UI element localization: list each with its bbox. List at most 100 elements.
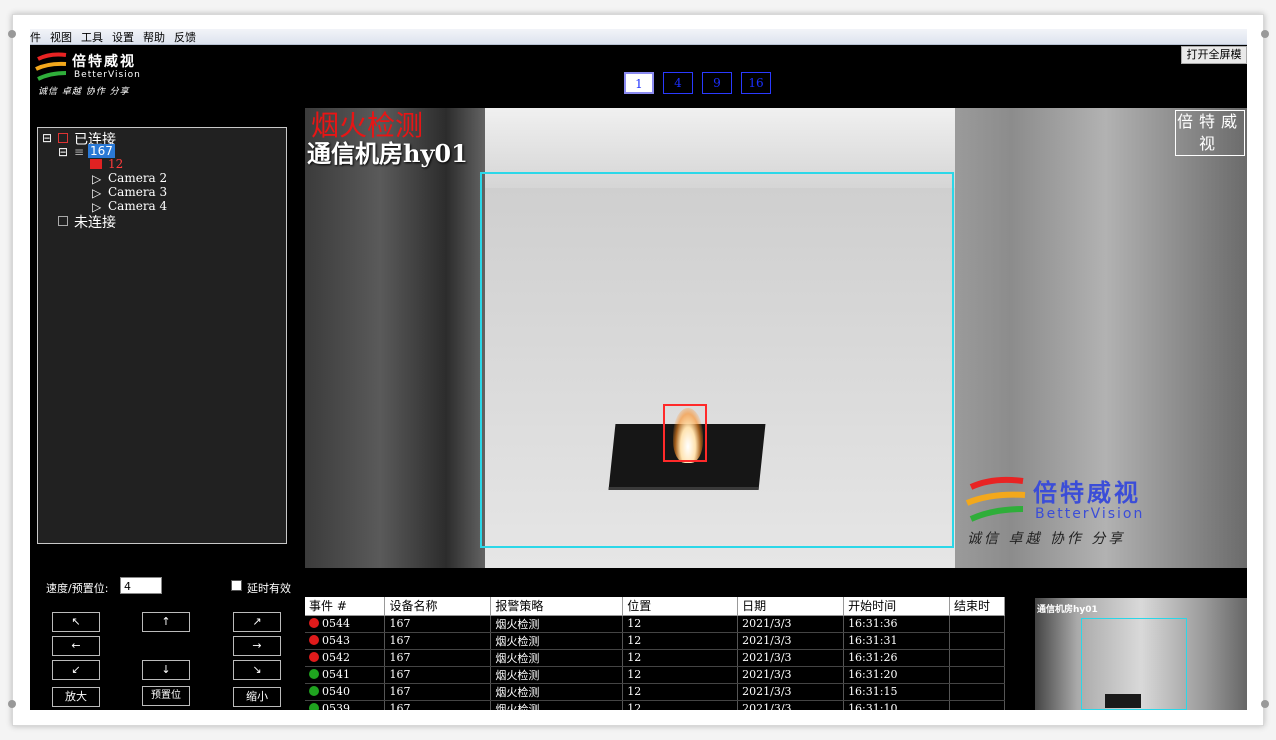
date-cell: 2021/3/3: [737, 666, 845, 684]
layout-4-button[interactable]: 4: [663, 72, 693, 94]
tree-collapse-icon[interactable]: ⊟: [42, 131, 52, 145]
device-cell: 167: [384, 683, 492, 701]
brand-logo: 倍特威视 BetterVision 诚信 卓越 协作 分享: [34, 51, 184, 99]
event-id-cell: 0544: [305, 615, 386, 633]
delay-checkbox[interactable]: [231, 580, 242, 591]
ptz-down-right-button[interactable]: ↘: [233, 660, 281, 680]
brand-name: 倍特威视: [72, 54, 136, 70]
location-cell: 12: [622, 649, 739, 667]
location-cell: 12: [622, 615, 739, 633]
event-id: 0544: [322, 617, 350, 630]
date-cell: 2021/3/3: [737, 632, 845, 650]
app-window: 件 视图 工具 设置 帮助 反馈 倍特威视 BetterVision 诚信 卓越…: [30, 29, 1247, 710]
status-dot-icon: [309, 635, 319, 645]
strategy-cell: 烟火检测: [490, 700, 624, 710]
menu-settings[interactable]: 设置: [112, 29, 134, 45]
frame-pin: [1261, 700, 1269, 708]
strategy-cell: 烟火检测: [490, 632, 624, 650]
thumbnail-preview[interactable]: 通信机房hy01: [1035, 598, 1247, 710]
layout-9-button[interactable]: 9: [702, 72, 732, 94]
date-cell: 2021/3/3: [737, 615, 845, 633]
status-dot-icon: [309, 618, 319, 628]
tree-collapse-icon[interactable]: ⊟: [58, 145, 68, 159]
layout-selector: 1 4 9 16: [624, 72, 771, 94]
preset-button[interactable]: 预置位: [142, 686, 190, 706]
column-header[interactable]: 开始时间: [843, 597, 950, 616]
logo-stripes-icon: [35, 52, 67, 81]
camera-play-icon: ▷: [92, 186, 102, 200]
end-time-cell: [949, 615, 1005, 633]
ptz-up-left-button[interactable]: ↖: [52, 612, 100, 632]
delay-label: 延时有效: [247, 582, 291, 595]
video-view[interactable]: 烟火检测 通信机房hy01 倍特威视 倍特威视 BetterVision 诚信 …: [305, 108, 1247, 568]
start-time-cell: 16:31:26: [843, 649, 950, 667]
menu-bar: 件 视图 工具 设置 帮助 反馈: [30, 29, 1247, 45]
table-row[interactable]: 0543 167 烟火检测 12 2021/3/3 16:31:31: [305, 632, 1005, 650]
ptz-down-left-button[interactable]: ↙: [52, 660, 100, 680]
status-dot-icon: [309, 669, 319, 679]
frame-pin: [8, 700, 16, 708]
layout-16-button[interactable]: 16: [741, 72, 771, 94]
event-id-cell: 0542: [305, 649, 386, 667]
strategy-cell: 烟火检测: [490, 615, 624, 633]
menu-view[interactable]: 视图: [50, 29, 72, 45]
column-header[interactable]: 报警策略: [490, 597, 624, 616]
column-header[interactable]: 位置: [622, 597, 739, 616]
camera-play-icon: ▷: [92, 172, 102, 186]
video-corner-watermark: 倍特威视: [1175, 110, 1245, 156]
table-row[interactable]: 0542 167 烟火检测 12 2021/3/3 16:31:26: [305, 649, 1005, 667]
device-cell: 167: [384, 666, 492, 684]
speed-spinner[interactable]: 4: [120, 577, 162, 594]
menu-tools[interactable]: 工具: [81, 29, 103, 45]
tree-camera-4[interactable]: Camera 4: [108, 199, 167, 213]
table-row[interactable]: 0544 167 烟火检测 12 2021/3/3 16:31:36: [305, 615, 1005, 633]
tree-server-item[interactable]: 167: [88, 144, 115, 158]
column-header[interactable]: 结束时: [949, 597, 1005, 616]
ptz-down-button[interactable]: ↓: [142, 660, 190, 680]
ptz-right-button[interactable]: →: [233, 636, 281, 656]
tree-camera-12[interactable]: 12: [108, 157, 123, 171]
tree-camera-2[interactable]: Camera 2: [108, 171, 167, 185]
table-row[interactable]: 0540 167 烟火检测 12 2021/3/3 16:31:15: [305, 683, 1005, 701]
start-time-cell: 16:31:36: [843, 615, 950, 633]
device-tree[interactable]: ⊟ 已连接 ⊟ ≡ 167 12 ▷ Camera 2 ▷ Camera 3 ▷…: [37, 127, 287, 544]
date-cell: 2021/3/3: [737, 649, 845, 667]
column-header[interactable]: 设备名称: [384, 597, 492, 616]
ptz-panel: 速度/预置位: 4 延时有效 ↖ ↑ ↗ ← → ↙ ↓ ↘ 放大 预置位 缩小: [37, 569, 293, 710]
start-time-cell: 16:31:20: [843, 666, 950, 684]
fullscreen-button[interactable]: 打开全屏模: [1181, 46, 1247, 64]
end-time-cell: [949, 683, 1005, 701]
strategy-cell: 烟火检测: [490, 666, 624, 684]
table-row[interactable]: 0539 167 烟火检测 12 2021/3/3 16:31:10: [305, 700, 1005, 710]
column-header[interactable]: 日期: [737, 597, 845, 616]
menu-help[interactable]: 帮助: [143, 29, 165, 45]
status-dot-icon: [309, 703, 319, 710]
fire-detection-box: [663, 404, 707, 462]
thumbnail-tray: [1105, 694, 1141, 708]
event-id: 0542: [322, 651, 350, 664]
device-cell: 167: [384, 649, 492, 667]
event-id: 0540: [322, 685, 350, 698]
column-header[interactable]: 事件 #: [305, 597, 386, 616]
zoom-in-button[interactable]: 放大: [52, 687, 100, 707]
layout-1-button[interactable]: 1: [624, 72, 654, 94]
date-cell: 2021/3/3: [737, 683, 845, 701]
event-id-cell: 0539: [305, 700, 386, 710]
event-id-cell: 0541: [305, 666, 386, 684]
menu-feedback[interactable]: 反馈: [174, 29, 196, 45]
frame-pin: [8, 30, 16, 38]
ptz-up-right-button[interactable]: ↗: [233, 612, 281, 632]
detection-region: [480, 172, 954, 548]
event-table[interactable]: 事件 # 设备名称 报警策略 位置 日期 开始时间 结束时 0544 167 烟火检…: [305, 597, 1005, 710]
menu-file[interactable]: 件: [30, 29, 41, 45]
ptz-left-button[interactable]: ←: [52, 636, 100, 656]
zoom-out-button[interactable]: 缩小: [233, 687, 281, 707]
table-row[interactable]: 0541 167 烟火检测 12 2021/3/3 16:31:20: [305, 666, 1005, 684]
connected-folder-icon: [58, 133, 68, 143]
tree-camera-3[interactable]: Camera 3: [108, 185, 167, 199]
location-cell: 12: [622, 666, 739, 684]
tree-disconnected-label[interactable]: 未连接: [74, 212, 116, 232]
ptz-up-button[interactable]: ↑: [142, 612, 190, 632]
thumbnail-caption: 通信机房hy01: [1037, 605, 1098, 615]
watermark-stripes-icon: [965, 476, 1026, 522]
